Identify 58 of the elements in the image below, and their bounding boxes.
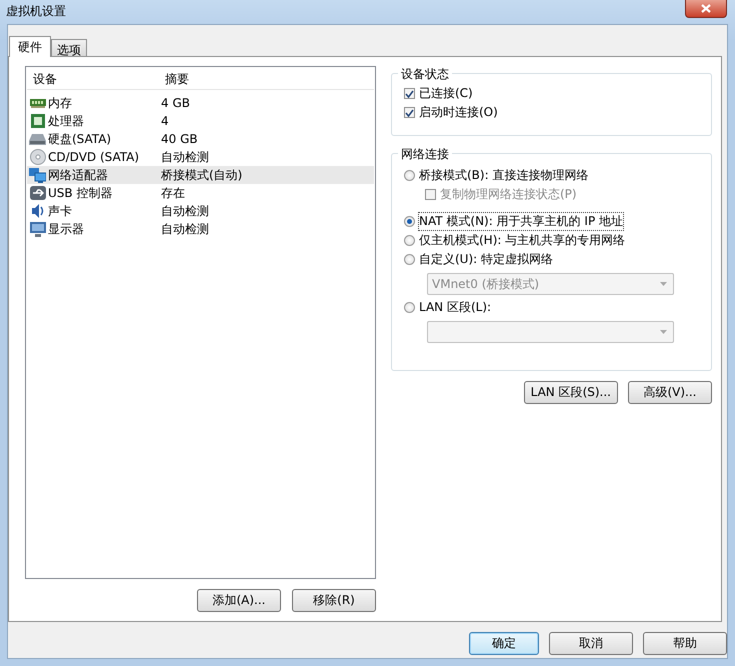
caret-icon bbox=[660, 330, 667, 334]
device-row[interactable]: 处理器 4 bbox=[27, 112, 374, 130]
device-summary: 自动检测 bbox=[161, 202, 209, 220]
usb-icon bbox=[30, 186, 46, 200]
device-summary: 4 bbox=[161, 114, 169, 128]
tab[interactable]: 硬件 bbox=[9, 36, 51, 57]
device-row[interactable]: 显示器 自动检测 bbox=[27, 220, 374, 238]
list-button[interactable]: 添加(A)... bbox=[197, 589, 281, 612]
device-summary: 自动检测 bbox=[161, 148, 209, 166]
checkbox-option[interactable]: 启动时连接(O) bbox=[404, 103, 500, 122]
device-row[interactable]: 内存 4 GB bbox=[27, 94, 374, 112]
device-row[interactable]: USB 控制器 存在 bbox=[27, 184, 374, 202]
device-name: CD/DVD (SATA) bbox=[48, 150, 140, 164]
device-name: 硬盘(SATA) bbox=[48, 130, 112, 148]
window-title: 虚拟机设置 bbox=[5, 3, 66, 20]
device-name: 处理器 bbox=[48, 112, 84, 130]
close-icon bbox=[701, 4, 711, 13]
device-name: USB 控制器 bbox=[48, 184, 112, 202]
radio-option[interactable]: 仅主机模式(H): 与主机共享的专用网络 bbox=[404, 231, 628, 250]
disc-icon bbox=[30, 149, 46, 165]
device-name: 内存 bbox=[48, 94, 72, 112]
network-button[interactable]: LAN 区段(S)... bbox=[524, 381, 618, 404]
list-button[interactable]: 移除(R) bbox=[292, 589, 376, 612]
radio-option[interactable]: 桥接模式(B): 直接连接物理网络 bbox=[404, 166, 590, 185]
caret-icon bbox=[660, 282, 667, 286]
device-row[interactable]: 硬盘(SATA) 40 GB bbox=[27, 130, 374, 148]
group-title: 网络连接 bbox=[398, 146, 452, 163]
check-icon bbox=[405, 90, 414, 98]
radio-option[interactable]: 自定义(U): 特定虚拟网络 bbox=[404, 250, 556, 269]
speaker-icon bbox=[30, 203, 44, 219]
dialog-button[interactable]: 取消 bbox=[549, 632, 633, 655]
device-row[interactable]: 声卡 自动检测 bbox=[27, 202, 374, 220]
monitor-icon bbox=[30, 222, 46, 236]
dialog-button[interactable]: 帮助 bbox=[643, 632, 727, 655]
device-name: 显示器 bbox=[48, 220, 84, 238]
device-row[interactable]: 网络适配器 桥接模式(自动) bbox=[27, 166, 374, 184]
device-summary: 存在 bbox=[161, 184, 185, 202]
memory-icon bbox=[30, 98, 46, 108]
chip-icon bbox=[30, 114, 44, 128]
device-summary: 自动检测 bbox=[161, 220, 209, 238]
tab[interactable]: 选项 bbox=[51, 39, 87, 56]
radio-option[interactable]: LAN 区段(L): bbox=[404, 298, 494, 317]
dialog-button[interactable]: 确定 bbox=[469, 632, 539, 655]
checkbox-option[interactable]: 已连接(C) bbox=[404, 84, 475, 103]
check-icon bbox=[405, 108, 414, 116]
column-header[interactable]: 设备 bbox=[27, 70, 159, 88]
device-summary: 桥接模式(自动) bbox=[161, 166, 242, 184]
group-title: 设备状态 bbox=[398, 66, 452, 83]
device-row[interactable]: CD/DVD (SATA) 自动检测 bbox=[27, 148, 374, 166]
radio-option[interactable]: NAT 模式(N): 用于共享主机的 IP 地址 bbox=[404, 212, 625, 231]
network-icon bbox=[29, 168, 46, 182]
device-summary: 40 GB bbox=[161, 132, 198, 146]
device-name: 网络适配器 bbox=[48, 166, 108, 184]
device-summary: 4 GB bbox=[161, 96, 190, 110]
device-name: 声卡 bbox=[48, 202, 72, 220]
close-button[interactable] bbox=[685, 0, 727, 18]
network-button[interactable]: 高级(V)... bbox=[628, 381, 712, 404]
column-header[interactable]: 摘要 bbox=[159, 70, 189, 88]
